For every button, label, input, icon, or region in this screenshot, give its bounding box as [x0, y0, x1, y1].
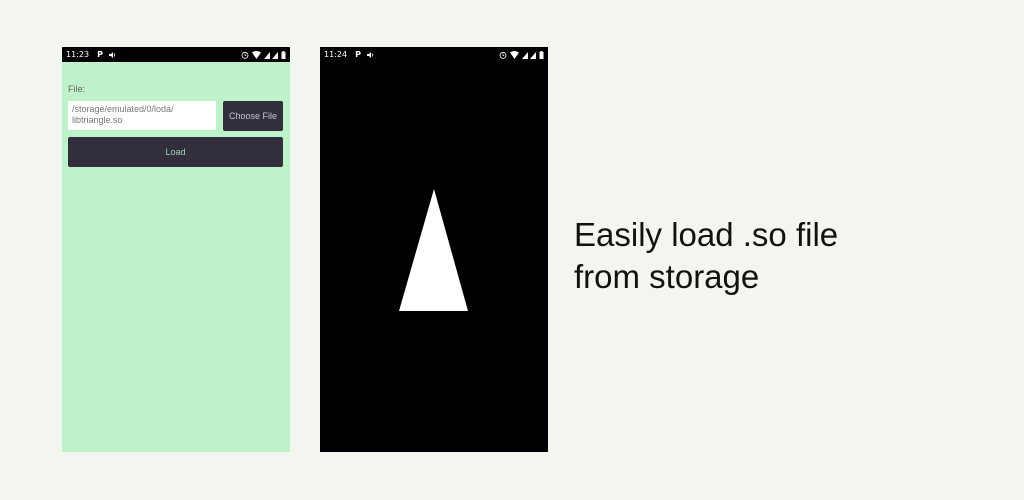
promo-caption: Easily load .so file from storage	[574, 214, 894, 298]
phone-screen-triangle-render: 11:24 P	[320, 47, 548, 452]
wifi-icon	[510, 50, 519, 59]
status-time: 11:23	[66, 50, 90, 59]
alarm-icon	[241, 51, 249, 59]
status-time: 11:24	[324, 50, 348, 59]
rendered-triangle	[399, 189, 468, 311]
battery-icon	[281, 50, 286, 59]
alarm-icon	[499, 51, 507, 59]
file-label: File:	[68, 84, 86, 94]
caption-line-1: Easily load .so file	[574, 216, 839, 253]
volume-icon	[108, 51, 117, 59]
app-notification-icon: P	[355, 50, 361, 59]
battery-icon	[539, 50, 544, 59]
phone-screen-file-loader: 11:23 P File: Choose File Load	[62, 47, 290, 452]
caption-line-2: from storage	[574, 258, 760, 295]
app-notification-icon: P	[97, 50, 103, 59]
status-bar: 11:24 P	[320, 47, 548, 62]
volume-icon	[366, 51, 375, 59]
wifi-icon	[252, 50, 261, 59]
file-path-input[interactable]	[68, 101, 216, 130]
triangle-shape	[399, 189, 468, 311]
choose-file-button[interactable]: Choose File	[223, 101, 283, 131]
signal-icon	[522, 51, 536, 59]
signal-icon	[264, 51, 278, 59]
status-bar: 11:23 P	[62, 47, 290, 62]
load-button[interactable]: Load	[68, 137, 283, 167]
